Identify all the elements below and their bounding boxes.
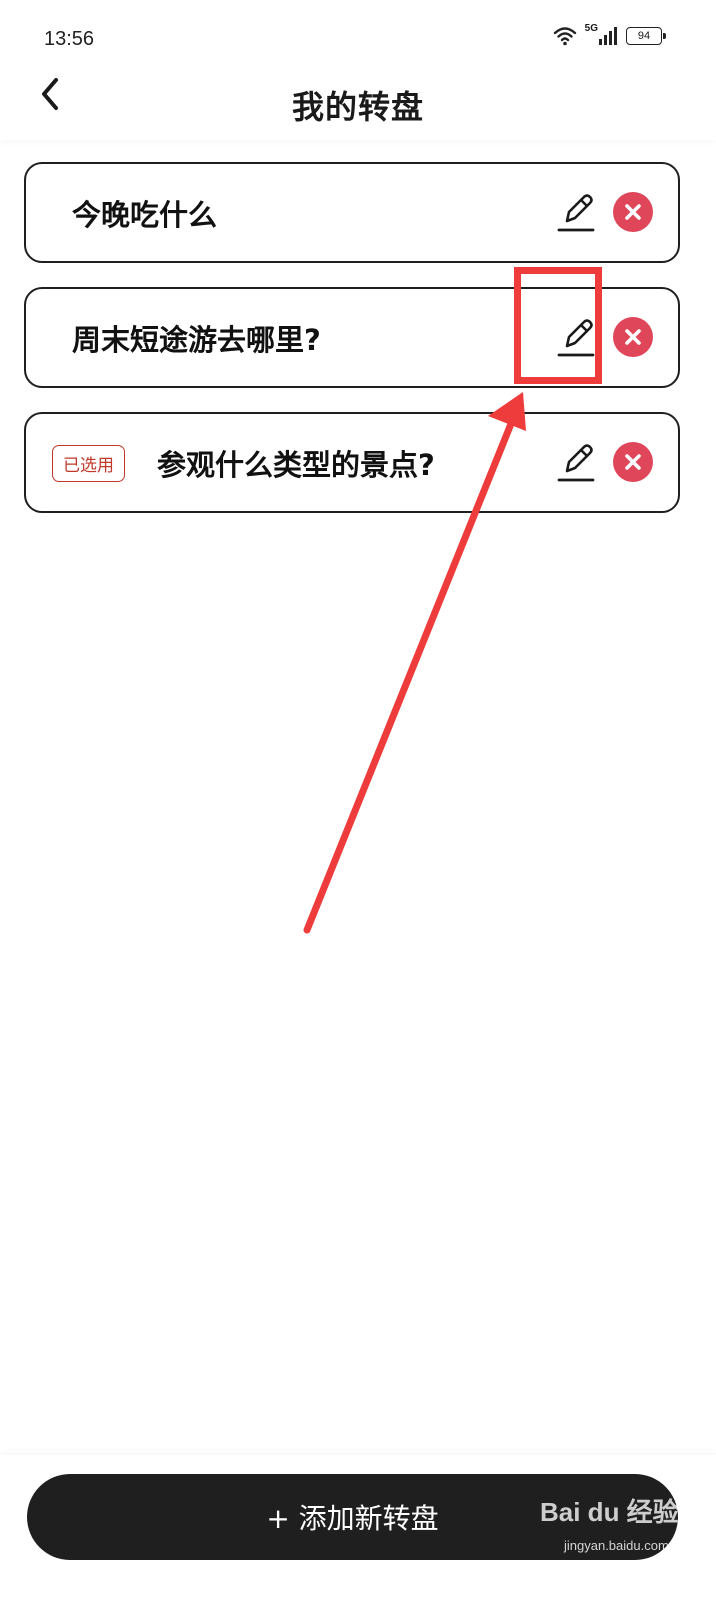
nav-bar: 我的转盘	[0, 62, 716, 140]
status-icons: 5G 94	[553, 22, 666, 46]
battery-icon: 94	[626, 27, 666, 45]
status-bar: 13:56 5G 94	[0, 0, 716, 70]
delete-button[interactable]	[613, 317, 653, 357]
status-time: 13:56	[44, 28, 95, 50]
watermark-logo: Bai du 经验 jingyan.baidu.com	[540, 1488, 680, 1568]
page-title: 我的转盘	[291, 88, 424, 126]
network-type-label: 5G	[584, 22, 598, 34]
close-icon	[625, 204, 641, 220]
wheel-name: 周末短途游去哪里?	[72, 322, 321, 357]
edit-button[interactable]	[556, 190, 596, 236]
watermark-url: jingyan.baidu.com	[564, 1538, 669, 1553]
pencil-icon	[557, 194, 595, 232]
delete-button[interactable]	[613, 192, 653, 232]
wheel-name: 今晚吃什么	[72, 197, 218, 232]
edit-button[interactable]	[556, 440, 596, 486]
annotation-highlight-box	[514, 267, 602, 384]
selected-badge: 已选用	[52, 445, 125, 482]
close-icon	[625, 454, 641, 470]
cellular-signal-icon	[599, 27, 617, 45]
wheel-name: 参观什么类型的景点?	[157, 447, 435, 482]
wifi-icon	[553, 27, 576, 46]
battery-level: 94	[637, 30, 651, 42]
delete-button[interactable]	[613, 442, 653, 482]
wheel-card-selected[interactable]: 已选用 参观什么类型的景点?	[24, 412, 680, 513]
add-wheel-label: + 添加新转盘	[266, 1502, 439, 1535]
close-icon	[625, 329, 641, 345]
watermark-brand: Bai du 经验	[540, 1497, 679, 1527]
wheel-card[interactable]: 今晚吃什么	[24, 162, 680, 263]
pencil-icon	[557, 444, 595, 482]
